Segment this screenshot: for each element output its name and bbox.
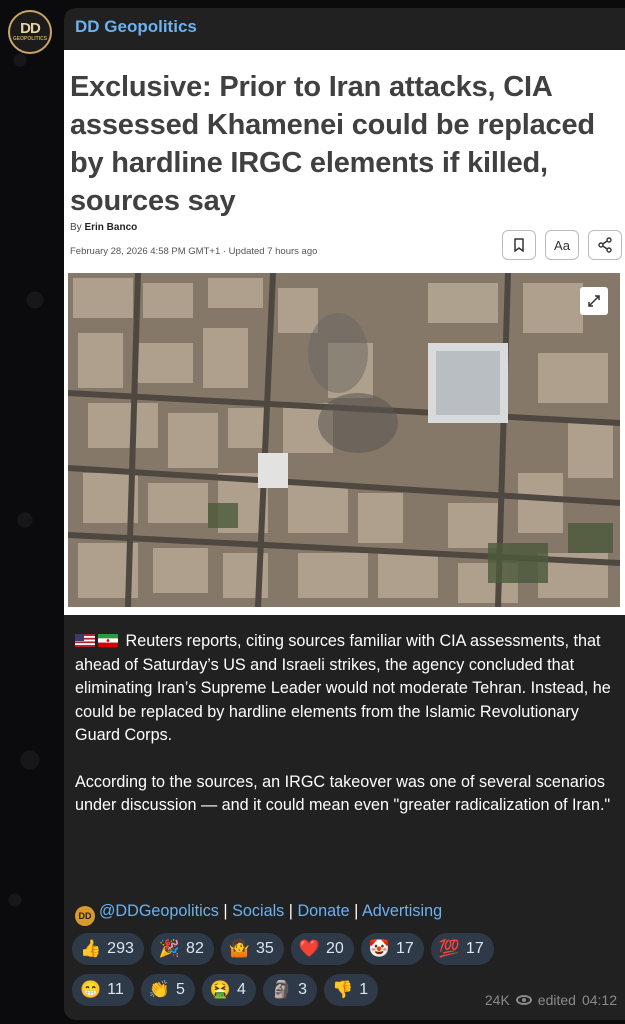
share-icon [598,237,612,253]
avatar-text: DD [20,20,41,37]
reaction-moai[interactable]: 🗿 3 [262,974,318,1006]
link-separator: | [218,902,233,920]
expand-icon [588,295,600,307]
reaction-count: 293 [107,940,134,957]
reaction-count: 3 [298,981,308,998]
reaction-count: 82 [186,940,204,957]
reaction-clown[interactable]: 🤡 17 [360,933,424,965]
reaction-grin[interactable]: 😁 11 [72,974,134,1006]
reaction-thumbs-down[interactable]: 👎 1 [324,974,379,1006]
reaction-emoji: 🗿 [270,980,293,999]
reaction-count: 5 [175,981,185,998]
reaction-hundred[interactable]: 💯 17 [430,933,494,965]
font-size-button: Aa [545,230,579,260]
reaction-emoji: 🤮 [209,980,232,999]
channel-avatar[interactable]: DD GEOPOLITICS [8,10,52,54]
reaction-emoji: 🤡 [368,939,390,958]
handle-link[interactable]: @DDGeopolitics [99,902,219,920]
channel-name[interactable]: DD Geopolitics [75,17,197,37]
message-time: 04:12 [581,992,617,1008]
article-dateline: February 28, 2026 4:58 PM GMT+1 · Update… [70,246,318,257]
view-count: 24K [484,992,510,1008]
article-author: Erin Banco [84,222,138,233]
satellite-image-drawing [68,273,620,607]
satellite-image [68,273,620,607]
link-separator: | [349,902,362,920]
iran-flag-icon [98,634,118,647]
advertising-link[interactable]: Advertising [362,902,442,920]
post-text: Reuters reports, citing sources familiar… [75,630,620,818]
bookmark-button [502,230,536,260]
reaction-heart[interactable]: ❤️ 20 [290,933,354,965]
byline-prefix: By [70,222,82,233]
us-flag-icon [75,634,95,647]
bookmark-icon [514,238,524,252]
post-paragraph-1: Reuters reports, citing sources familiar… [75,630,620,748]
channel-links: DD @DDGeopolitics | Socials | Donate | Ad… [75,902,442,926]
reaction-count: 17 [465,940,484,957]
reaction-emoji: 👍 [80,939,102,958]
avatar-subtext: GEOPOLITICS [12,36,48,42]
reaction-shrug[interactable]: 🤷 35 [220,933,284,965]
reaction-count: 4 [237,981,246,998]
reaction-emoji: 👎 [332,980,354,999]
paragraph-1-text: Reuters reports, citing sources familiar… [75,632,611,744]
message-bubble: DD Geopolitics Exclusive: Prior to Iran … [64,8,625,1020]
post-paragraph-2: According to the sources, an IRGC takeov… [75,772,611,815]
reaction-emoji: 🎉 [158,939,181,958]
donate-link[interactable]: Donate [297,902,349,920]
reaction-emoji: 🤷 [228,939,251,958]
reaction-emoji: ❤️ [298,939,320,958]
article-byline: By Erin Banco [70,222,137,233]
article-screenshot[interactable]: Exclusive: Prior to Iran attacks, CIA as… [64,50,625,615]
share-button [588,230,622,260]
reaction-emoji: 👏 [148,980,170,999]
article-headline: Exclusive: Prior to Iran attacks, CIA as… [70,71,595,217]
reaction-count: 1 [359,981,369,998]
eye-icon [515,995,532,1005]
reaction-emoji: 💯 [438,939,460,958]
reaction-count: 20 [325,940,344,957]
reactions-row-1: 👍 293 🎉 82 🤷 35 ❤️ 20 🤡 17 💯 17 [72,933,617,965]
reaction-count: 17 [395,940,414,957]
message-meta: 24K edited 04:12 [485,992,617,1008]
dd-logo-icon: DD [75,906,95,926]
reaction-count: 35 [256,940,274,957]
reaction-thumbs-up[interactable]: 👍 293 [72,933,144,965]
link-separator: | [284,902,298,920]
expand-image-button [580,287,608,315]
reaction-vomit[interactable]: 🤮 4 [201,974,256,1006]
socials-link[interactable]: Socials [232,902,284,920]
reaction-emoji: 😁 [80,980,102,999]
reaction-clap[interactable]: 👏 5 [140,974,195,1006]
reaction-count: 11 [107,981,124,998]
edited-label: edited [537,992,576,1008]
reaction-party-popper[interactable]: 🎉 82 [150,933,214,965]
